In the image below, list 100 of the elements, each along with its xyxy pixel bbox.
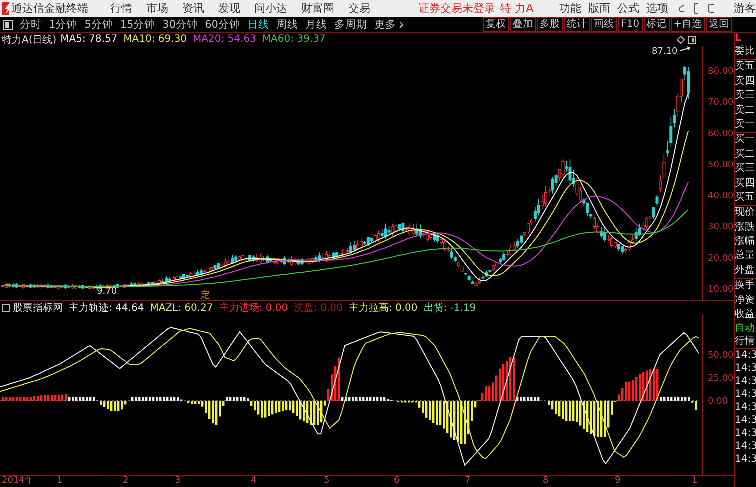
menu-item[interactable]: 财富圈 [302,1,335,16]
chart-tool-button[interactable]: 叠加 [510,17,536,32]
quote-field-label: 净资 [735,294,756,308]
time-axis-label: 5 [324,476,330,487]
indicator-value: 主力进场: 0.00 [219,302,288,315]
app-logo-icon [2,2,9,15]
chart-tool-button[interactable]: 画线 [591,17,618,32]
chart-title: 特力A(日线) [2,34,57,46]
indicator-axis-label: 50.00 [708,351,734,361]
indicator-value: 主力拉高: 0.00 [348,302,418,315]
chart-tool-button[interactable]: +自选 [670,17,705,32]
stock-name: 特 力A [500,1,534,16]
quote-field-label: 买二 [735,148,756,162]
chart-tool-button[interactable]: F10 [618,17,643,32]
tool-menu-item[interactable]: 版面 [588,1,611,16]
quote-field-label: 买四 [735,176,756,191]
time-axis-label: 2 [123,476,129,487]
time-axis-label: 4 [251,476,257,487]
quote-field-label: 买一 [735,133,756,148]
indicator-value: MAZL: 60.27 [150,302,214,314]
price-axis-label: 60.00 [708,129,734,140]
price-axis-label: 30.00 [708,222,734,233]
app-title: 通达信金融终端 [12,1,89,16]
low-price-label: 9.70 [97,287,118,297]
price-axis-label: 70.00 [708,98,734,108]
chart-tool-button[interactable]: 标记 [644,17,670,32]
pointer-arrow [680,46,690,52]
quote-field-label: 买三 [735,162,756,176]
moving-average-value: MA10: 69.30 [124,34,188,45]
menu-item[interactable]: 资讯 [182,1,205,16]
quote-field-label: 涨跌 [735,220,756,235]
period-tab[interactable]: 日线 [248,18,270,32]
period-tab[interactable]: 15分钟 [120,18,156,32]
quote-field-label: 卖三 [735,89,756,104]
chart-tool-button[interactable]: 统计 [564,17,590,32]
quote-field-label: 外盘 [735,264,756,280]
quote-field-label: 卖二 [735,104,756,118]
tool-menu-item[interactable]: 公式 [618,1,640,16]
chart-tool-button[interactable]: 返回 [706,17,732,32]
quote-field-label: 卖五 [735,60,756,74]
time-axis-label: 1 [57,476,63,487]
period-tab[interactable]: 更多 [374,18,396,32]
quote-label: 行情 [735,335,756,350]
quote-field-label: 卖四 [735,74,756,89]
panel-icon[interactable] [688,36,696,44]
moving-average-value: MA60: 39.37 [262,34,326,45]
high-price-label: 87.10 [652,47,678,57]
time-axis-label: 7 [465,476,471,487]
price-axis-label: 20.00 [708,254,734,264]
time-axis-label: 6 [394,476,400,487]
indicator-value: 洗盘: 0.00 [294,302,343,315]
time-axis-label: 2014年 [2,476,34,487]
menu-item[interactable]: 市场 [146,1,169,16]
period-tab[interactable]: 分时 [20,18,42,32]
quote-field-label: 卖一 [735,118,756,134]
period-tab[interactable]: 1分钟 [49,18,78,32]
price-axis-label: 50.00 [708,160,734,170]
quote-field-label: 换手 [735,279,756,294]
period-tab[interactable]: 月线 [306,18,328,32]
user-label[interactable]: 游客 [734,1,756,16]
time-axis-label: 3 [175,476,181,487]
period-tab[interactable]: 30分钟 [162,18,198,32]
chart-tool-button[interactable]: 复权 [483,17,510,32]
period-tab[interactable]: 多周期 [334,18,368,32]
indicator-axis-label: 0.00 [708,397,728,407]
panel-toggle-icon[interactable] [3,20,13,30]
indicator-value: 主力轨迹: 44.64 [69,302,144,315]
quote-field-label: 委比 [735,45,756,60]
indicator-value: 出货: -1.19 [424,302,476,315]
auto-label: 自动 [735,322,756,336]
login-status[interactable]: 证券交易未登录 [418,1,496,16]
chevron-right-icon[interactable] [398,20,404,28]
period-tab[interactable]: 60分钟 [205,18,240,32]
moving-average-value: MA20: 54.63 [193,34,256,45]
tool-menu-item[interactable]: 功能 [560,1,582,16]
time-axis-label: 8 [543,476,549,487]
diamond-icon[interactable] [677,36,685,44]
period-tab[interactable]: 周线 [276,18,298,32]
time-axis-label: 9 [615,476,621,487]
quote-field-label: 涨幅 [735,235,756,250]
indicator-axis-label: 25.00 [708,374,734,384]
quote-field-label: 总量 [735,249,756,264]
quote-field-label: 现价 [735,206,756,220]
quote-field-label: 买五 [735,190,756,206]
price-axis-label: 10.00 [708,285,734,295]
moving-average-value: MA5: 78.57 [60,34,118,45]
indicator-menu-icon[interactable] [2,304,10,312]
tool-menu-item[interactable]: 选项 [646,1,669,16]
menu-item[interactable]: 发现 [218,1,241,16]
panel-header-label: L [735,33,742,45]
menu-item[interactable]: 行情 [110,1,133,16]
event-marker: 定 [201,291,210,300]
indicator-name[interactable]: 股票指标网 [13,301,63,315]
price-axis-label: 80.00 [708,67,734,78]
chart-tool-button[interactable]: 多股 [537,17,564,32]
menu-item[interactable]: 问小达 [254,1,288,16]
period-tab[interactable]: 5分钟 [84,18,114,32]
price-axis-label: 40.00 [708,192,734,202]
quote-field-label: 收益 [735,308,756,322]
menu-item[interactable]: 交易 [348,1,371,16]
